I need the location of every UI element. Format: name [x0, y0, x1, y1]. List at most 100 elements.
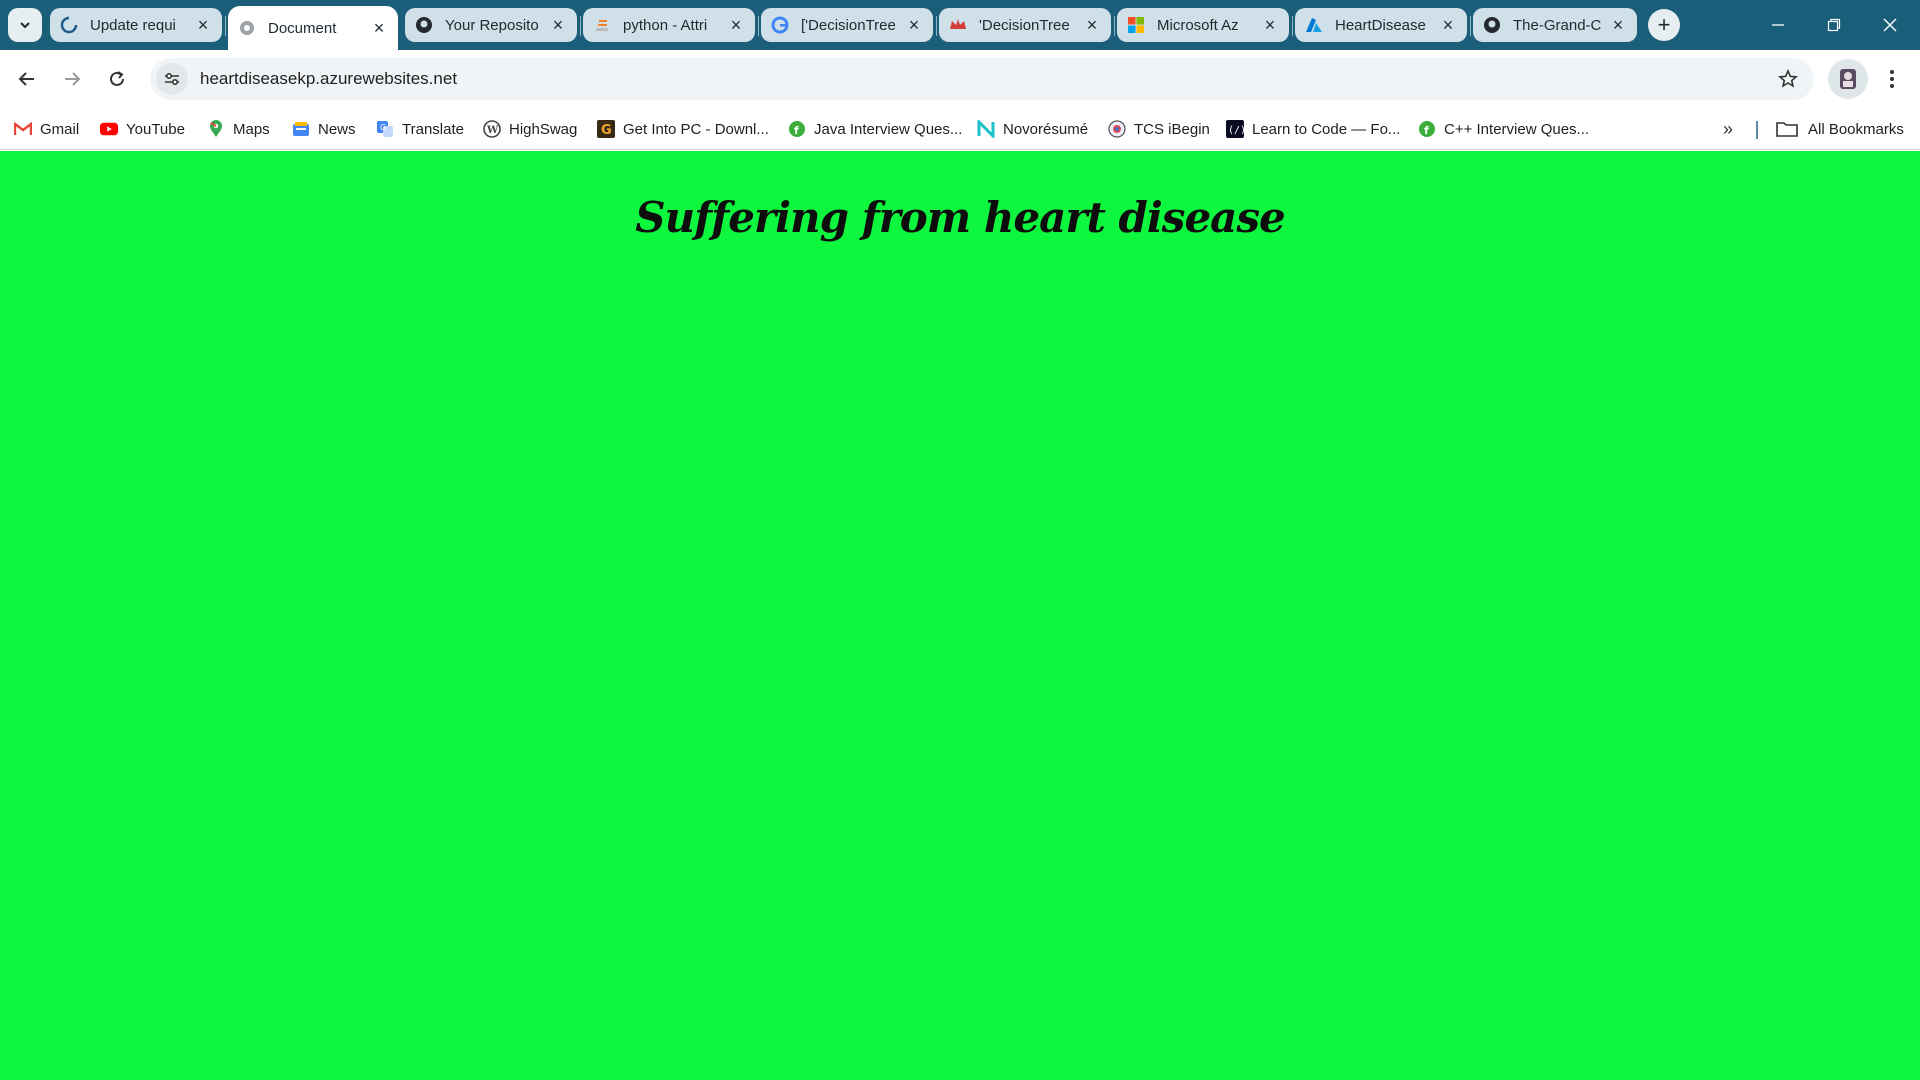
restore-button[interactable] — [1806, 0, 1862, 50]
bookmark-label: Get Into PC - Downl... — [623, 120, 769, 138]
forward-button[interactable] — [54, 61, 90, 97]
tab-document[interactable]: Document × — [228, 6, 398, 50]
stackoverflow-icon — [593, 16, 611, 34]
arrow-right-icon — [65, 72, 81, 86]
tab-title: The-Grand-C — [1513, 16, 1601, 34]
tab-microsoft-azure[interactable]: Microsoft Az × — [1117, 8, 1289, 42]
bookmark-label: YouTube — [126, 120, 185, 138]
tab-title: Document — [268, 19, 337, 37]
minimize-button[interactable] — [1750, 0, 1806, 50]
plus-icon: + — [1657, 12, 1671, 37]
tab-update-requirements[interactable]: Update requi × — [50, 8, 222, 42]
bookmark-label: Novorésumé — [1003, 120, 1089, 138]
tab-search-button[interactable] — [8, 8, 42, 42]
bookmark-label: TCS iBegin — [1134, 120, 1210, 138]
tab-separator — [936, 16, 937, 36]
tab-separator — [580, 16, 581, 36]
profile-avatar-button[interactable] — [1828, 59, 1868, 99]
bookmark-gmail[interactable]: Gmail — [14, 117, 79, 141]
loading-icon — [60, 16, 78, 34]
close-icon[interactable]: × — [194, 16, 212, 34]
tab-title: HeartDisease — [1335, 16, 1426, 34]
address-bar[interactable]: heartdiseasekp.azurewebsites.net — [150, 58, 1814, 100]
wordpress-icon: W — [483, 120, 501, 138]
tab-separator — [1114, 16, 1115, 36]
star-icon — [1778, 69, 1798, 88]
youtube-icon — [100, 120, 118, 138]
tab-the-grand-complete[interactable]: The-Grand-C × — [1473, 8, 1637, 42]
new-tab-button[interactable]: + — [1648, 9, 1680, 41]
svg-text:(/): (/) — [1228, 125, 1244, 136]
bookmark-star-button[interactable] — [1776, 67, 1800, 91]
bookmark-getintopc[interactable]: G Get Into PC - Downl... — [597, 117, 769, 141]
tab-title: 'DecisionTree — [979, 16, 1070, 34]
bookmark-label: Translate — [402, 120, 464, 138]
gmail-icon — [14, 120, 32, 138]
tab-python-attribute[interactable]: python - Attri × — [583, 8, 755, 42]
close-icon — [1883, 18, 1897, 32]
tab-separator — [1470, 16, 1471, 36]
tcs-icon — [1108, 120, 1126, 138]
interview-icon: f — [1418, 120, 1436, 138]
tab-separator — [1292, 16, 1293, 36]
maps-icon — [207, 120, 225, 138]
tune-icon — [165, 72, 179, 86]
close-icon[interactable]: × — [1609, 16, 1627, 34]
tab-decisiontree-error[interactable]: 'DecisionTree × — [939, 8, 1111, 42]
all-bookmarks-label: All Bookmarks — [1808, 120, 1904, 138]
restore-icon — [1827, 18, 1841, 32]
browser-chrome: Update requi × Document × Your Reposito … — [0, 0, 1920, 151]
close-icon[interactable]: × — [1083, 16, 1101, 34]
crown-icon — [949, 16, 967, 34]
avatar-icon — [1840, 69, 1856, 89]
novoresume-icon — [977, 120, 995, 138]
tab-separator — [758, 16, 759, 36]
close-icon[interactable]: × — [1261, 16, 1279, 34]
tab-your-repositories[interactable]: Your Reposito × — [405, 8, 577, 42]
bookmark-label: Java Interview Ques... — [814, 120, 963, 138]
bookmark-tcs-ibegin[interactable]: TCS iBegin — [1108, 117, 1210, 141]
reload-button[interactable] — [99, 61, 135, 97]
close-icon[interactable]: × — [549, 16, 567, 34]
bookmark-maps[interactable]: Maps — [207, 117, 270, 141]
freecodecamp-icon: (/) — [1226, 120, 1244, 138]
tab-title: Update requi — [90, 16, 176, 34]
getintopc-icon: G — [597, 120, 615, 138]
bookmark-cpp-interview[interactable]: f C++ Interview Ques... — [1418, 117, 1589, 141]
all-bookmarks-button[interactable]: All Bookmarks — [1776, 117, 1904, 141]
bookmarks-overflow-button[interactable]: » — [1716, 117, 1740, 141]
bookmark-translate[interactable]: G Translate — [376, 117, 464, 141]
url-text[interactable]: heartdiseasekp.azurewebsites.net — [200, 69, 457, 89]
tab-title: python - Attri — [623, 16, 708, 34]
close-icon[interactable]: × — [727, 16, 745, 34]
page-heading: Suffering from heart disease — [635, 193, 1286, 242]
tab-separator — [225, 16, 226, 36]
browser-toolbar: heartdiseasekp.azurewebsites.net — [0, 50, 1920, 108]
more-vertical-icon — [1890, 70, 1894, 88]
close-icon[interactable]: × — [370, 19, 388, 37]
tab-google-decisiontree[interactable]: ['DecisionTree × — [761, 8, 933, 42]
close-icon[interactable]: × — [1439, 16, 1457, 34]
bookmark-label: Gmail — [40, 120, 80, 138]
bookmark-novoresume[interactable]: Novorésumé — [977, 117, 1088, 141]
tab-strip: Update requi × Document × Your Reposito … — [0, 0, 1920, 50]
tab-heartdisease-azure[interactable]: HeartDisease × — [1295, 8, 1467, 42]
bookmark-freecodecamp[interactable]: (/) Learn to Code — Fo... — [1226, 117, 1400, 141]
reload-icon — [110, 71, 124, 86]
svg-text:f: f — [794, 124, 799, 137]
bookmark-label: Learn to Code — Fo... — [1252, 120, 1401, 138]
bookmark-youtube[interactable]: YouTube — [100, 117, 185, 141]
bookmark-highswag[interactable]: W HighSwag — [483, 117, 577, 141]
google-icon — [771, 16, 789, 34]
site-info-button[interactable] — [156, 63, 188, 95]
back-button[interactable] — [9, 61, 45, 97]
svg-text:f: f — [1424, 124, 1429, 137]
bookmark-news[interactable]: News — [292, 117, 356, 141]
bookmark-java-interview[interactable]: f Java Interview Ques... — [788, 117, 962, 141]
close-icon[interactable]: × — [905, 16, 923, 34]
svg-text:G: G — [601, 123, 612, 138]
close-window-button[interactable] — [1862, 0, 1918, 50]
browser-menu-button[interactable] — [1876, 63, 1908, 95]
chevron-down-icon — [20, 22, 30, 29]
tab-title: ['DecisionTree — [801, 16, 896, 34]
